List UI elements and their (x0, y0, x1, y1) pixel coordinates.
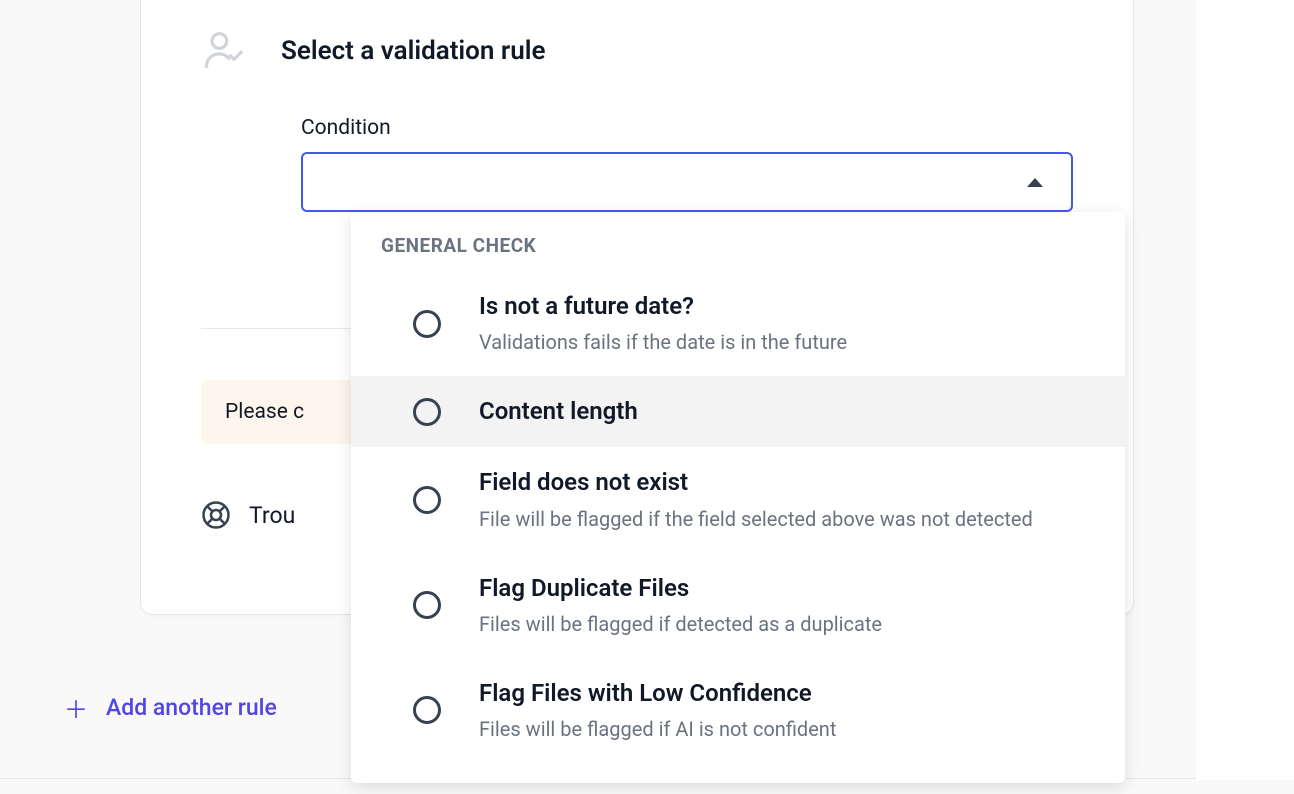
dropdown-item-desc: Files will be flagged if detected as a d… (479, 610, 882, 638)
dropdown-item-field-not-exist[interactable]: Field does not exist File will be flagge… (351, 447, 1125, 552)
dropdown-item-desc: File will be flagged if the field select… (479, 505, 1033, 533)
card-title: Select a validation rule (281, 36, 546, 66)
dropdown-item-duplicate-files[interactable]: Flag Duplicate Files Files will be flagg… (351, 553, 1125, 658)
troubleshoot-row[interactable]: Trou (201, 500, 295, 530)
plus-icon: ＋ (64, 690, 88, 725)
card-header: Select a validation rule (201, 30, 1073, 74)
dropdown-group-label: GENERAL CHECK (351, 220, 1125, 271)
radio-icon (413, 486, 441, 514)
right-panel-edge (1196, 0, 1294, 780)
dropdown-item-text: Field does not exist File will be flagge… (479, 467, 1033, 532)
dropdown-item-low-confidence[interactable]: Flag Files with Low Confidence Files wil… (351, 658, 1125, 763)
radio-icon (413, 591, 441, 619)
condition-dropdown: GENERAL CHECK Is not a future date? Vali… (351, 212, 1125, 783)
dropdown-item-desc: Validations fails if the date is in the … (479, 328, 847, 356)
dropdown-item-title: Content length (479, 396, 638, 427)
add-rule-label: Add another rule (106, 694, 277, 721)
dropdown-item-title: Is not a future date? (479, 291, 847, 322)
alert-text: Please c (225, 400, 304, 424)
user-check-icon (201, 30, 245, 74)
condition-section: Condition (301, 116, 1073, 212)
life-ring-icon (201, 500, 231, 530)
condition-select[interactable] (301, 152, 1073, 212)
radio-icon (413, 696, 441, 724)
condition-label: Condition (301, 116, 1073, 140)
add-another-rule-button[interactable]: ＋ Add another rule (64, 690, 277, 725)
dropdown-item-text: Flag Files with Low Confidence Files wil… (479, 678, 836, 743)
dropdown-item-future-date[interactable]: Is not a future date? Validations fails … (351, 271, 1125, 376)
dropdown-item-content-length[interactable]: Content length (351, 376, 1125, 447)
dropdown-item-text: Flag Duplicate Files Files will be flagg… (479, 573, 882, 638)
dropdown-item-text: Is not a future date? Validations fails … (479, 291, 847, 356)
dropdown-item-title: Field does not exist (479, 467, 1033, 498)
caret-up-icon (1027, 178, 1043, 187)
radio-icon (413, 310, 441, 338)
dropdown-item-title: Flag Files with Low Confidence (479, 678, 836, 709)
dropdown-item-text: Content length (479, 396, 638, 427)
troubleshoot-label: Trou (249, 502, 295, 529)
radio-icon (413, 398, 441, 426)
dropdown-item-desc: Files will be flagged if AI is not confi… (479, 715, 836, 743)
dropdown-item-title: Flag Duplicate Files (479, 573, 882, 604)
